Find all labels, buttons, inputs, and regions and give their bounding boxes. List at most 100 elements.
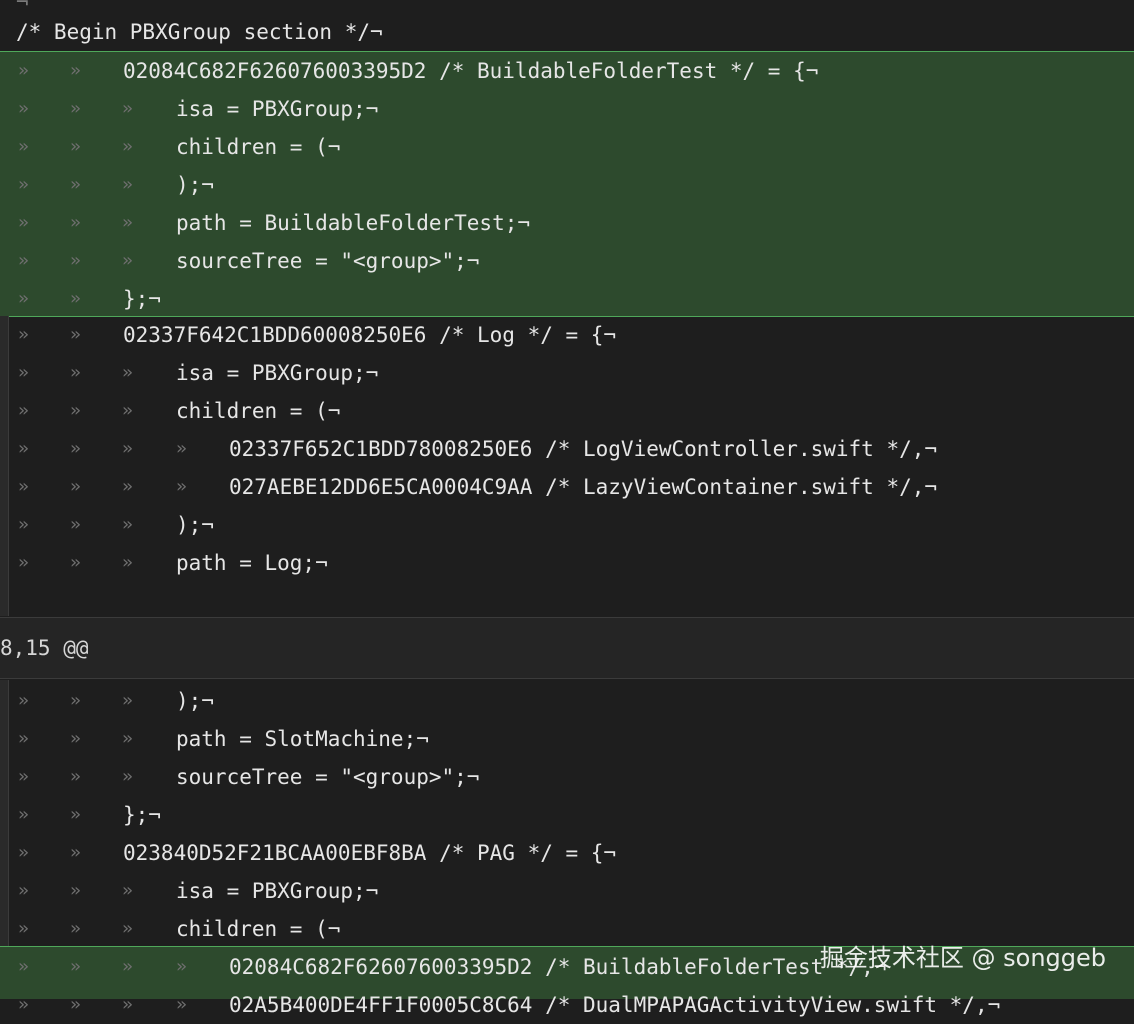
code-text: isa = PBXGroup;¬ <box>176 361 379 385</box>
tab-marker: » <box>70 250 81 271</box>
context-block-b: » » 02337F642C1BDD60008250E6 /* Log */ = {… <box>0 316 1134 616</box>
tab-marker: » <box>18 956 29 977</box>
tab-marker: » <box>122 728 133 749</box>
code-line: » » 02084C682F626076003395D2 /* BuildableF… <box>0 52 1134 90</box>
tab-marker: » <box>70 994 81 1015</box>
tab-marker: » <box>70 514 81 535</box>
code-text: children = (¬ <box>176 135 341 159</box>
section-header-line: /* Begin PBXGroup section */¬ <box>0 13 1134 51</box>
tab-marker: » <box>18 324 29 345</box>
code-text: 02084C682F626076003395D2 /* BuildableFol… <box>229 955 887 979</box>
tab-marker: » <box>18 438 29 459</box>
tab-marker: » <box>18 728 29 749</box>
tab-marker: » <box>70 136 81 157</box>
tab-marker: » <box>122 98 133 119</box>
tab-marker: » <box>70 804 81 825</box>
code-line: » » » isa = PBXGroup;¬ <box>0 354 1134 392</box>
diff-gutter-2 <box>0 680 9 946</box>
tab-marker: » <box>122 438 133 459</box>
tab-marker: » <box>122 956 133 977</box>
code-line: » » » path = BuildableFolderTest;¬ <box>0 204 1134 242</box>
tab-marker: » <box>122 476 133 497</box>
tab-marker: » <box>70 842 81 863</box>
code-line: » » » isa = PBXGroup;¬ <box>0 872 1134 910</box>
tab-marker: » <box>18 174 29 195</box>
tab-marker: » <box>70 956 81 977</box>
tab-marker: » <box>176 994 187 1015</box>
code-line: » » » );¬ <box>0 166 1134 204</box>
tab-marker: » <box>70 880 81 901</box>
tab-marker: » <box>70 690 81 711</box>
tab-marker: » <box>18 400 29 421</box>
code-text: path = Log;¬ <box>176 551 328 575</box>
tab-marker: » <box>18 60 29 81</box>
tab-marker: » <box>18 690 29 711</box>
tab-marker: » <box>122 552 133 573</box>
code-text: path = BuildableFolderTest;¬ <box>176 211 531 235</box>
tab-marker: » <box>18 514 29 535</box>
tab-marker: » <box>122 212 133 233</box>
code-line: » » » » 02337F652C1BDD78008250E6 /* LogViewC… <box>0 430 1134 468</box>
code-text: 023840D52F21BCAA00EBF8BA /* PAG */ = {¬ <box>123 841 617 865</box>
hunk-header: 8,15 @@ <box>0 636 89 660</box>
tab-marker: » <box>18 918 29 939</box>
code-line: » » » » 027AEBE12DD6E5CA0004C9AA /* LazyView… <box>0 468 1134 506</box>
tab-marker: » <box>18 766 29 787</box>
code-line: » » »);¬ <box>0 682 1134 720</box>
code-line: » » 023840D52F21BCAA00EBF8BA /* PAG */ = {… <box>0 834 1134 872</box>
code-text: );¬ <box>176 513 214 537</box>
tab-marker: » <box>18 994 29 1015</box>
code-line: » » };¬ <box>0 796 1134 834</box>
code-line: » » » » 02A5B400DE4FF1F0005C8C64 /* DualMPAP… <box>0 986 1134 1024</box>
tab-marker: » <box>70 438 81 459</box>
code-text: };¬ <box>123 287 161 311</box>
tab-marker: » <box>70 476 81 497</box>
tab-marker: » <box>70 362 81 383</box>
tab-marker: » <box>122 362 133 383</box>
code-text: 02337F652C1BDD78008250E6 /* LogViewContr… <box>229 437 938 461</box>
tab-marker: » <box>18 98 29 119</box>
tab-marker: » <box>122 400 133 421</box>
tab-marker: » <box>176 438 187 459</box>
tab-marker: » <box>18 804 29 825</box>
code-text: );¬ <box>176 173 214 197</box>
tab-marker: » <box>18 288 29 309</box>
tab-marker: » <box>122 174 133 195</box>
code-line: » » 02337F642C1BDD60008250E6 /* Log */ = {… <box>0 316 1134 354</box>
tab-marker: » <box>70 766 81 787</box>
code-line: » » » sourceTree = "<group>";¬ <box>0 758 1134 796</box>
diff-gutter <box>0 316 9 616</box>
tab-marker: » <box>70 400 81 421</box>
added-block-a: » » 02084C682F626076003395D2 /* BuildableF… <box>0 51 1134 317</box>
code-text: 02337F642C1BDD60008250E6 /* Log */ = {¬ <box>123 323 617 347</box>
tab-marker: » <box>18 552 29 573</box>
code-text: children = (¬ <box>176 917 341 941</box>
tab-marker: » <box>122 918 133 939</box>
tab-marker: » <box>18 250 29 271</box>
tab-marker: » <box>70 174 81 195</box>
code-line: » » » isa = PBXGroup;¬ <box>0 90 1134 128</box>
tab-marker: » <box>70 728 81 749</box>
code-line: » » » children = (¬ <box>0 392 1134 430</box>
tab-marker: » <box>18 880 29 901</box>
tab-marker: » <box>122 994 133 1015</box>
context-block-c: » » »);¬ » » » path = SlotMachine;¬ » » » sourceTr… <box>0 680 1134 946</box>
code-text: sourceTree = "<group>";¬ <box>176 765 480 789</box>
code-line: » » » path = Log;¬ <box>0 544 1134 582</box>
tab-marker: » <box>18 136 29 157</box>
tab-marker: » <box>18 362 29 383</box>
tab-marker: » <box>122 250 133 271</box>
tab-marker: » <box>18 476 29 497</box>
top-fragment: ¬ <box>16 0 29 14</box>
code-text: sourceTree = "<group>";¬ <box>176 249 480 273</box>
tab-marker: » <box>70 288 81 309</box>
tab-marker: » <box>122 690 133 711</box>
tab-marker: » <box>122 880 133 901</box>
tab-marker: » <box>70 60 81 81</box>
tab-marker: » <box>18 842 29 863</box>
tab-marker: » <box>122 514 133 535</box>
code-text: };¬ <box>123 803 161 827</box>
tab-marker: » <box>70 918 81 939</box>
hunk-separator[interactable]: 8,15 @@ <box>0 617 1134 679</box>
code-line: » » » children = (¬ <box>0 128 1134 166</box>
